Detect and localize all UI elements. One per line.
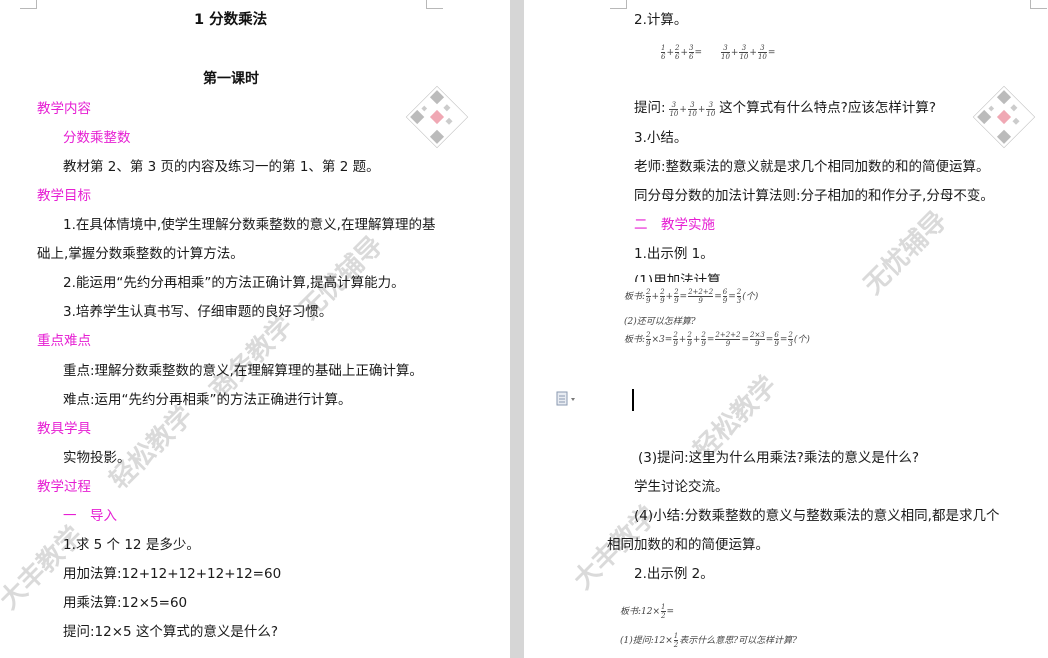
qr-code-watermark — [405, 85, 469, 149]
paste-options-icon[interactable] — [556, 391, 578, 407]
math-expression: 3 10 +3 10 +3 10 — [669, 101, 716, 118]
paragraph: (4)小结:分数乘整数的意义与整数乘法的意义相同,都是求几个 — [634, 508, 1000, 524]
unit-label: (个) — [793, 335, 810, 345]
paragraph: 提问:12×5 这个算式的意义是什么? — [63, 624, 279, 640]
corner-mark — [20, 0, 37, 9]
section-heading: 教学过程 — [37, 479, 91, 495]
paragraph: 2.出示例 2。 — [634, 566, 714, 582]
ask-prefix: 提问: — [634, 100, 666, 116]
paragraph: 用加法算:12+12+12+12+12=60 — [63, 566, 282, 582]
math-note: (1)提问:12× 1 2 表示什么意思?可以怎样计算? — [620, 632, 797, 649]
paragraph: 学生讨论交流。 — [634, 479, 729, 495]
paragraph: 难点:运用“先约分再相乘”的方法正确进行计算。 — [63, 392, 352, 408]
clipped-text: (1)用加法计算 — [634, 273, 721, 282]
math-expression: 3 10 +3 10 +3 10 = — [721, 44, 776, 61]
note-text: 表示什么意思?可以怎样计算? — [679, 636, 797, 646]
paragraph: 老师:整数乘法的意义就是求几个相同加数的和的简便运算。 — [634, 159, 990, 175]
qr-code-watermark — [972, 85, 1036, 149]
paragraph: 2.计算。 — [634, 12, 688, 28]
subsection-heading: 分数乘整数 — [63, 130, 131, 146]
board-label: 板书: — [624, 292, 646, 302]
paragraph: 实物投影。 — [63, 450, 131, 466]
paragraph: 教材第 2、第 3 页的内容及练习一的第 1、第 2 题。 — [63, 159, 380, 175]
section-heading: 教学内容 — [37, 101, 91, 117]
document-page-left: 商务教学 无忧辅导 轻松教学 大丰教学 1 分数乘法 第一课时 教学内容 分数乘… — [0, 0, 510, 658]
math-board: 板书:12× 1 2 = — [620, 603, 675, 620]
page-gutter — [510, 0, 524, 658]
document-page-right: 无忧辅导 轻松教学 大丰教学 2.计算。 1 6 +2 6 +3 6 = 3 10 +3 10 +3… — [524, 0, 1048, 658]
paragraph: 同分母分数的加法计算法则:分子相加的和作分子,分母不变。 — [634, 188, 994, 204]
paragraph: 相同加数的和的简便运算。 — [607, 537, 769, 553]
paragraph: 3.培养学生认真书写、仔细审题的良好习惯。 — [63, 304, 333, 320]
board-label: 板书:12× — [620, 607, 661, 617]
paragraph: 提问: 3 10 +3 10 +3 10 这个算式有什么特点?应该怎样计算? — [634, 99, 936, 119]
watermark: 无忧辅导 — [858, 205, 954, 301]
math-board: 板书: 2 9 +2 9 +2 9 = 2+2+2 9 = 6 9 = 2 3 (个) — [624, 288, 759, 305]
ask-suffix: 这个算式有什么特点?应该怎样计算? — [719, 100, 937, 116]
paragraph: 1.求 5 个 12 是多少。 — [63, 537, 200, 553]
corner-mark — [426, 0, 443, 9]
paragraph: 用乘法算:12×5=60 — [63, 595, 188, 611]
subsection-heading: 一 导入 — [63, 508, 117, 524]
corner-mark — [1030, 0, 1047, 9]
corner-mark — [610, 0, 627, 9]
math-board: 板书: 2 9 ×3= 2 9 +2 9 +2 9 = 2+2+2 9 = 2×3 9 = 6 9 = 2 3 (个) — [624, 331, 810, 348]
watermark: 轻松教学 — [104, 400, 200, 496]
unit-label: (个) — [742, 292, 759, 302]
note-text: (1)提问:12× — [620, 636, 673, 646]
paragraph: 重点:理解分数乘整数的意义,在理解算理的基础上正确计算。 — [63, 363, 423, 379]
paragraph: 1.在具体情境中,使学生理解分数乘整数的意义,在理解算理的基 — [63, 217, 436, 233]
paragraph: 2.能运用“先约分再相乘”的方法正确计算,提高计算能力。 — [63, 275, 405, 291]
paragraph: (3)提问:这里为什么用乘法?乘法的意义是什么? — [638, 450, 920, 466]
paragraph: 3.小结。 — [634, 130, 688, 146]
math-expression: 1 6 +2 6 +3 6 = — [661, 44, 703, 61]
text-cursor — [632, 389, 634, 411]
lesson-period: 第一课时 — [203, 71, 259, 87]
section-heading: 教学目标 — [37, 188, 91, 204]
lesson-title: 1 分数乘法 — [194, 12, 268, 28]
paragraph: 础上,掌握分数乘整数的计算方法。 — [37, 246, 244, 262]
board-label: 板书: — [624, 335, 646, 345]
section-heading: 重点难点 — [37, 333, 91, 349]
paragraph-clipped: (1)用加法计算 — [634, 272, 721, 282]
paragraph: 1.出示例 1。 — [634, 246, 714, 262]
section-heading: 教具学具 — [37, 421, 91, 437]
subsection-heading: 二 教学实施 — [634, 217, 715, 233]
math-note: (2)还可以怎样算? — [624, 317, 696, 327]
